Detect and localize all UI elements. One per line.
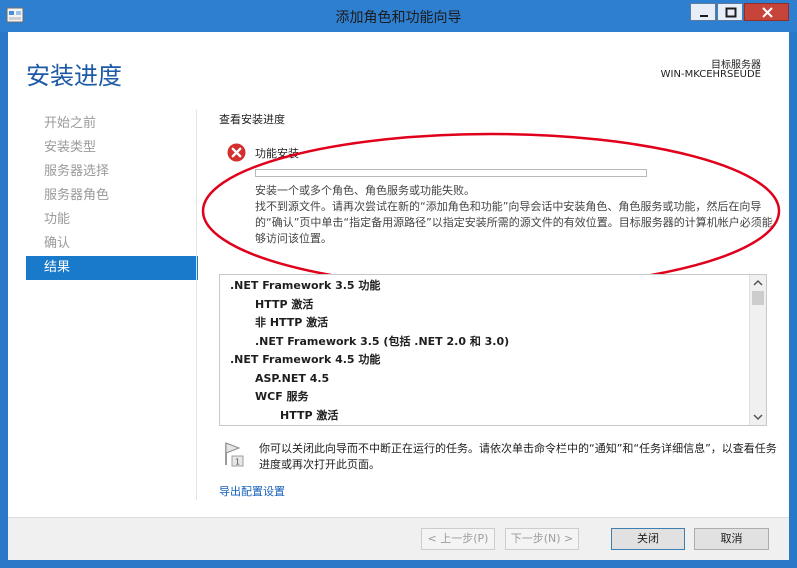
- nav-item-results[interactable]: 结果: [26, 256, 198, 280]
- error-message-detail: 找不到源文件。请再次尝试在新的“添加角色和功能”向导会话中安装角色、角色服务或功…: [255, 200, 773, 245]
- next-button[interactable]: 下一步(N) >: [505, 528, 579, 550]
- button-bar: < 上一步(P) 下一步(N) > 关闭 取消: [8, 518, 789, 560]
- feature-list-item: ASP.NET 4.5: [255, 371, 330, 385]
- scroll-thumb[interactable]: [752, 291, 764, 305]
- destination-server-name: WIN-MKCEHRSEUDE: [660, 69, 761, 80]
- close-window-button[interactable]: [744, 3, 789, 21]
- scroll-down-icon[interactable]: [750, 409, 766, 425]
- flag-badge: 1: [235, 458, 240, 467]
- minimize-button[interactable]: [690, 3, 716, 21]
- error-message-summary: 安装一个或多个角色、角色服务或功能失败。: [255, 184, 475, 197]
- feature-list-item: .NET Framework 3.5 (包括 .NET 2.0 和 3.0): [255, 334, 510, 348]
- title-bar[interactable]: 添加角色和功能向导: [0, 0, 797, 32]
- minimize-icon: [700, 15, 708, 17]
- cancel-button[interactable]: 取消: [694, 528, 769, 550]
- feature-list-item: HTTP 激活: [280, 408, 339, 422]
- close-icon: [762, 7, 773, 18]
- export-config-link[interactable]: 导出配置设置: [219, 483, 285, 499]
- feature-list-item: HTTP 激活: [255, 297, 314, 311]
- scroll-up-icon[interactable]: [750, 275, 766, 291]
- feature-installation-label: 功能安装: [255, 147, 299, 160]
- feature-list-item: 非 HTTP 激活: [255, 316, 329, 329]
- feature-list-item: .NET Framework 4.5 功能: [230, 353, 381, 366]
- section-title: 查看安装进度: [219, 113, 285, 126]
- installation-progress-bar: [255, 169, 647, 177]
- wizard-client-area: 安装进度 目标服务器 WIN-MKCEHRSEUDE 开始之前 安装类型 服务器…: [8, 32, 789, 560]
- nav-item-features[interactable]: 功能: [26, 208, 198, 232]
- window-title: 添加角色和功能向导: [335, 10, 462, 26]
- close-button[interactable]: 关闭: [611, 528, 685, 550]
- error-x-icon: [227, 143, 246, 162]
- vertical-scrollbar[interactable]: [749, 275, 766, 425]
- features-list[interactable]: .NET Framework 3.5 功能 HTTP 激活非 HTTP 激活 .NE…: [219, 274, 767, 426]
- nav-item-before-you-begin[interactable]: 开始之前: [26, 112, 198, 136]
- maximize-icon: [725, 7, 737, 18]
- feature-list-item: WCF 服务: [255, 390, 309, 403]
- page-title: 安装进度: [26, 62, 122, 90]
- nav-item-server-roles[interactable]: 服务器角色: [26, 184, 198, 208]
- features-list-content: .NET Framework 3.5 功能 HTTP 激活非 HTTP 激活 .NE…: [230, 277, 744, 425]
- maximize-button[interactable]: [717, 3, 743, 21]
- info-note: 你可以关闭此向导而不中断正在运行的任务。请依次单击命令栏中的“通知”和“任务详细…: [259, 442, 777, 471]
- flag-icon: 1: [222, 441, 244, 467]
- nav-item-confirmation[interactable]: 确认: [26, 232, 198, 256]
- nav-divider: [196, 110, 197, 500]
- nav-item-server-selection[interactable]: 服务器选择: [26, 160, 198, 184]
- previous-button[interactable]: < 上一步(P): [421, 528, 495, 550]
- wizard-nav: 开始之前 安装类型 服务器选择 服务器角色 功能 确认 结果: [26, 112, 198, 280]
- nav-item-installation-type[interactable]: 安装类型: [26, 136, 198, 160]
- feature-list-item: .NET Framework 3.5 功能: [230, 279, 381, 292]
- wizard-window: 添加角色和功能向导 安装进度 目标服务器 WIN-MKCEHRSEUDE 开始之…: [0, 0, 797, 568]
